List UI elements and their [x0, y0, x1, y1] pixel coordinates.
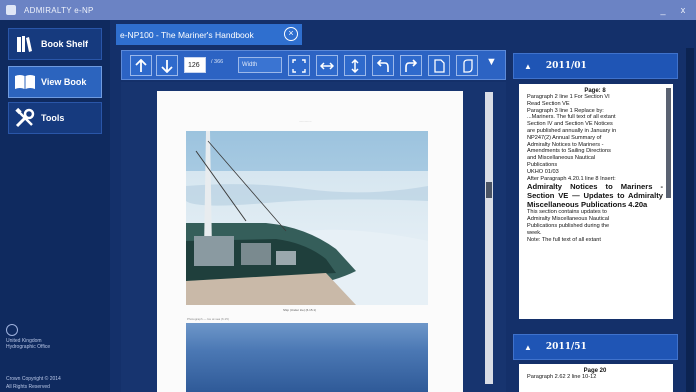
document-viewer[interactable]: ............... Ship (Under Ice) (6.15.1…	[121, 82, 506, 392]
ship-in-ice-photo	[186, 131, 428, 305]
rotate-left-button[interactable]	[372, 55, 394, 76]
copyright-text: Crown Copyright © 2014	[6, 376, 61, 382]
notice-line: Paragraph 2 line 1 For Section VI	[527, 94, 610, 100]
nav-view-book[interactable]: View Book	[8, 66, 102, 98]
notice-header-2011-51[interactable]: ▲ 2011/51	[513, 334, 678, 360]
rotate-left-icon	[376, 58, 389, 72]
notices-panel: ▲ 2011/01 Page: 8 Paragraph 2 line 1 For…	[513, 48, 683, 392]
photo-credit: Photograph — Ice at sea (6.15)	[187, 317, 229, 321]
arrow-up-icon	[135, 58, 147, 72]
notice-line: Admiralty Notices to Mariners -	[527, 141, 604, 148]
collapse-triangle-icon: ▲	[524, 342, 532, 352]
fit-page-button[interactable]	[288, 55, 310, 76]
ukho-logo-icon	[6, 324, 18, 336]
photo-caption: Ship (Under Ice) (6.15.1)	[283, 308, 317, 312]
nav-tools[interactable]: Tools	[8, 102, 102, 134]
notice-heading: 2011/51	[545, 342, 587, 352]
notice-line: week.	[527, 229, 542, 236]
nav-view-book-label: View Book	[41, 77, 87, 87]
notice-line: NP247(2) Annual Summary of	[527, 134, 602, 141]
viewer-scrollbar-thumb[interactable]	[486, 182, 492, 198]
notice-line: Amendments to Sailing Directions	[527, 148, 611, 155]
horizontal-arrows-icon	[320, 61, 334, 70]
next-page-button[interactable]	[156, 55, 178, 76]
toolbar-menu-button[interactable]: ▼	[486, 56, 497, 68]
notice-line: and Miscellaneous Nautical	[527, 155, 596, 162]
single-page-button[interactable]	[428, 55, 450, 76]
nav-book-shelf[interactable]: Book Shelf	[8, 28, 102, 60]
notice-line: Section IV and Section VE Notices	[527, 121, 613, 128]
notices-scrollbar[interactable]	[686, 48, 694, 392]
document-tab-bar: e-NP100 - The Mariner's Handbook ×	[116, 24, 506, 46]
notice-header-2011-01[interactable]: ▲ 2011/01	[513, 53, 678, 79]
page-number-input[interactable]: 126	[184, 57, 206, 73]
notice-line: Paragraph 3 line 1 Replace by:	[527, 107, 604, 114]
org-line-2: Hydrographic Office	[6, 344, 51, 350]
notice-line: This section contains updates to	[527, 209, 607, 216]
window-title: ADMIRALTY e-NP	[24, 5, 94, 15]
nav-book-shelf-label: Book Shelf	[41, 39, 89, 49]
document-page: ............... Ship (Under Ice) (6.15.1…	[157, 91, 463, 392]
notice-line: UKHO 01/03	[527, 168, 559, 175]
open-book-icon	[13, 70, 37, 94]
tab-document[interactable]: e-NP100 - The Mariner's Handbook ×	[116, 24, 302, 45]
notice-body-2011-51: Page 20 Paragraph 2.62 2 line 10-12	[519, 364, 673, 392]
notice-scrollbar[interactable]	[666, 88, 671, 198]
notice-line: Paragraph 2.62 2 line 10-12	[527, 374, 597, 380]
close-tab-icon[interactable]: ×	[284, 27, 298, 41]
zoom-select[interactable]: Width	[238, 57, 282, 73]
rotate-right-icon	[405, 58, 418, 72]
close-window-button[interactable]: x	[676, 4, 690, 16]
organisation-name: United Kingdom Hydrographic Office	[6, 338, 86, 350]
notice-line: Note: The full text of all extant	[527, 236, 601, 243]
rotate-right-button[interactable]	[400, 55, 422, 76]
viewer-toolbar: 126 / 366 Width ▼	[121, 50, 506, 80]
sidebar: Book Shelf View Book Tools United Kingdo…	[0, 20, 110, 392]
fit-page-icon	[292, 58, 306, 73]
rights-text: All Rights Reserved	[6, 384, 50, 390]
viewer-scrollbar[interactable]	[485, 92, 493, 384]
sea-ice-photo	[186, 323, 428, 392]
copyright-notice: Crown Copyright © 2014 All Rights Reserv…	[6, 375, 61, 391]
tab-document-label: e-NP100 - The Mariner's Handbook	[120, 29, 254, 40]
notice-line: ...Mariners. The full text of all extant	[527, 114, 616, 121]
notice-line: Admiralty Miscellaneous Nautical	[527, 216, 610, 223]
nav-tools-label: Tools	[41, 113, 65, 123]
previous-page-button[interactable]	[130, 55, 152, 76]
notice-heading: 2011/01	[545, 61, 587, 71]
notice-line: are published annually in January in	[527, 127, 617, 134]
minimize-button[interactable]: _	[656, 4, 670, 16]
page-total: / 366	[211, 59, 224, 65]
collapse-triangle-icon: ▲	[524, 61, 532, 71]
book-shelf-icon	[13, 32, 37, 56]
page-icon	[434, 58, 445, 73]
notice-line: Read Section VE	[527, 100, 570, 107]
notice-bold-heading: Admiralty Notices to Mariners - Section …	[527, 182, 663, 210]
arrow-down-icon	[161, 59, 173, 73]
page-turn-button[interactable]	[456, 55, 478, 76]
notice-line: After Paragraph 4.20.1 line 8 Insert:	[527, 175, 616, 182]
fit-height-button[interactable]	[344, 55, 366, 76]
page-header: ...............	[299, 119, 312, 123]
vertical-arrows-icon	[351, 58, 359, 73]
notice-line: Publications published during the	[527, 222, 610, 229]
notice-line: Publications	[527, 161, 558, 168]
app-icon	[6, 5, 16, 15]
tools-icon	[13, 106, 37, 130]
page-curl-icon	[463, 58, 473, 73]
notice-body-2011-01: Page: 8 Paragraph 2 line 1 For Section V…	[519, 84, 673, 319]
window-titlebar: ADMIRALTY e-NP _ x	[0, 0, 696, 20]
fit-width-button[interactable]	[316, 55, 338, 76]
